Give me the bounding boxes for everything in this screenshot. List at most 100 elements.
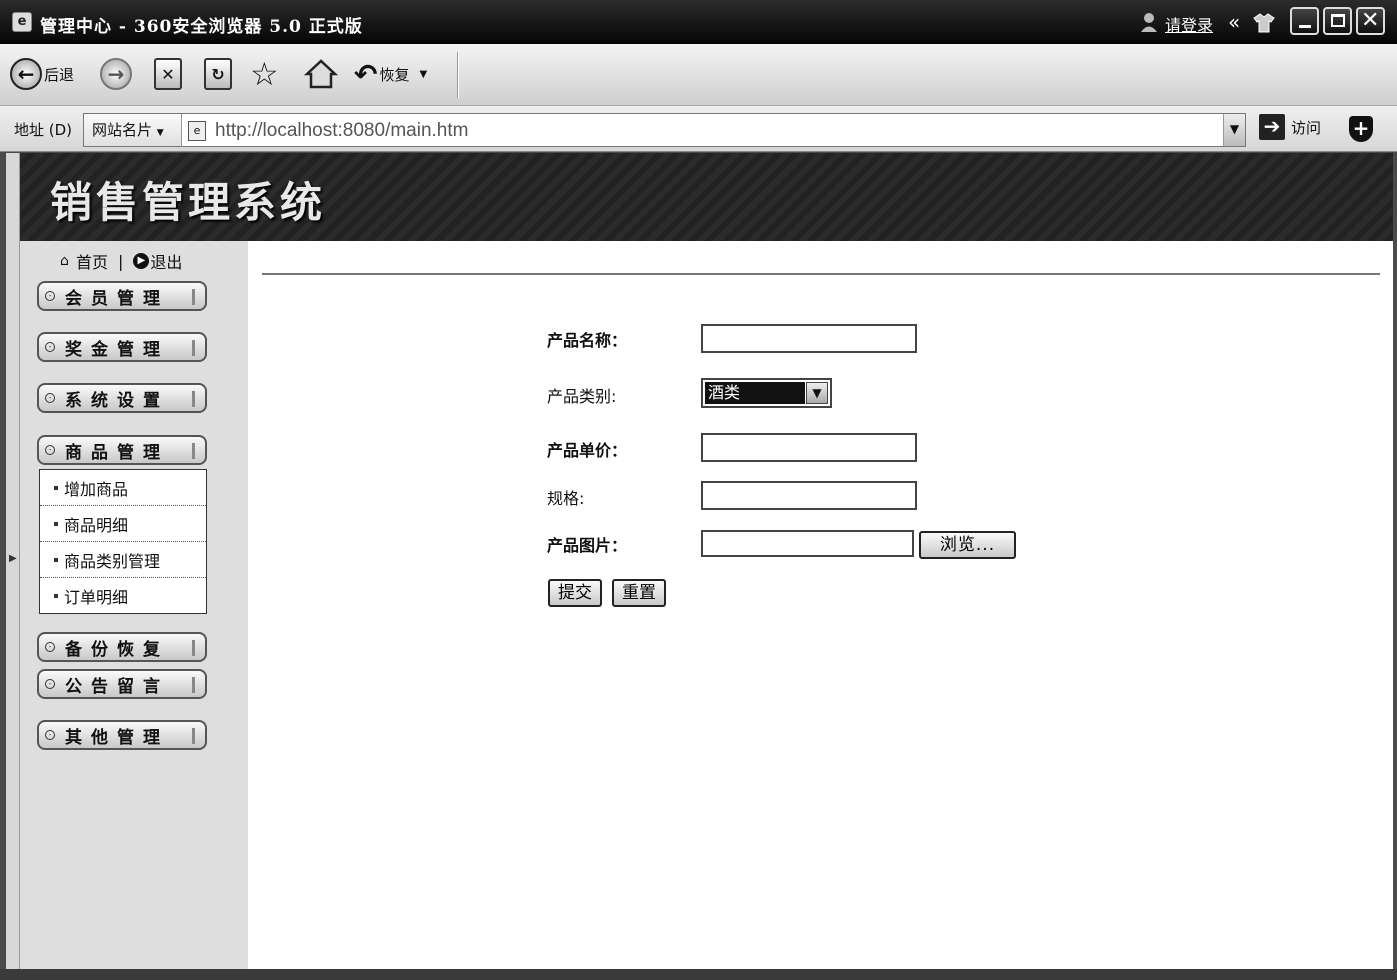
browser-logo-icon: e bbox=[12, 12, 32, 32]
side-panel-toggle[interactable]: ▶ bbox=[6, 153, 20, 969]
submenu-item-product-details[interactable]: 商品明细 bbox=[40, 506, 206, 542]
content-divider bbox=[262, 273, 1380, 275]
close-button[interactable]: ✕ bbox=[1356, 7, 1385, 35]
submit-button[interactable]: 提交 bbox=[548, 579, 602, 607]
menu-divider bbox=[192, 728, 195, 744]
menu-label: 商品管理 bbox=[65, 442, 169, 463]
spec-label: 规格: bbox=[547, 489, 585, 508]
minimize-icon bbox=[1299, 25, 1311, 28]
exit-link[interactable]: 退出 bbox=[150, 249, 182, 273]
selected-category: 酒类 bbox=[705, 382, 805, 404]
menu-bonus-management[interactable]: - 奖金管理 bbox=[37, 332, 207, 362]
link-separator: | bbox=[118, 251, 124, 271]
menu-label: 其他管理 bbox=[65, 727, 169, 748]
product-name-label: 产品名称： bbox=[547, 331, 628, 350]
product-name-input[interactable] bbox=[701, 324, 917, 353]
forward-button[interactable]: → bbox=[100, 56, 132, 92]
menu-divider bbox=[192, 289, 195, 305]
browser-window: e 管理中心 - 360安全浏览器 5.0 正式版 请登录 « ✕ ← 后退 →… bbox=[0, 0, 1397, 980]
reset-button[interactable]: 重置 bbox=[612, 579, 666, 607]
refresh-button[interactable]: ↻ bbox=[204, 56, 232, 92]
menu-backup-restore[interactable]: - 备份恢复 bbox=[37, 632, 207, 662]
submenu-label: 商品明细 bbox=[64, 515, 129, 535]
restore-button[interactable]: ↶ 恢复 ▼ bbox=[354, 56, 427, 92]
forward-arrow-icon: → bbox=[100, 58, 132, 90]
menu-label: 备份恢复 bbox=[65, 639, 169, 660]
address-field[interactable]: 网站名片 ▼ e http://localhost:8080/main.htm … bbox=[83, 113, 1246, 147]
spec-input[interactable] bbox=[701, 481, 917, 510]
user-icon[interactable] bbox=[1140, 12, 1158, 32]
address-label: 地址 (D) bbox=[14, 121, 73, 139]
expand-arrow-icon: ▶ bbox=[9, 553, 17, 564]
minimize-button[interactable] bbox=[1290, 7, 1319, 35]
menu-divider bbox=[192, 640, 195, 656]
product-category-select[interactable]: 酒类 ▼ bbox=[701, 378, 832, 408]
site-card-dropdown[interactable]: 网站名片 ▼ bbox=[84, 114, 182, 146]
browse-button[interactable]: 浏览... bbox=[919, 531, 1016, 559]
product-category-label: 产品类别: bbox=[547, 387, 617, 406]
stop-button[interactable]: ✕ bbox=[154, 56, 182, 92]
menu-bullet-icon: - bbox=[45, 642, 55, 652]
home-button[interactable] bbox=[304, 56, 338, 92]
product-image-label: 产品图片： bbox=[547, 536, 628, 555]
go-arrow-icon: ➔ bbox=[1259, 114, 1285, 140]
menu-label: 系统设置 bbox=[65, 390, 169, 411]
submenu-label: 商品类别管理 bbox=[64, 551, 161, 571]
favorites-button[interactable]: ☆ bbox=[250, 55, 279, 93]
web-page: ▶ 销售管理系统 ⌂ 首页 | ▶ 退出 - 会员管理 - 奖金管理 - 系统设… bbox=[6, 153, 1393, 969]
submenu-item-add-product[interactable]: 增加商品 bbox=[40, 470, 206, 506]
back-button[interactable]: ← 后退 bbox=[10, 56, 74, 92]
restore-label: 恢复 bbox=[379, 65, 410, 84]
close-icon: ✕ bbox=[1361, 8, 1380, 33]
site-header: 销售管理系统 bbox=[20, 153, 1393, 241]
menu-label: 奖金管理 bbox=[65, 339, 169, 360]
menu-bullet-icon: - bbox=[45, 393, 55, 403]
product-image-path-input[interactable] bbox=[701, 530, 914, 557]
submenu-item-order-details[interactable]: 订单明细 bbox=[40, 578, 206, 614]
submenu-item-category-management[interactable]: 商品类别管理 bbox=[40, 542, 206, 578]
product-price-input[interactable] bbox=[701, 433, 917, 462]
menu-bullet-icon: - bbox=[45, 342, 55, 352]
chevron-down-icon: ▼ bbox=[156, 128, 164, 138]
go-label: 访问 bbox=[1291, 118, 1322, 137]
menu-divider bbox=[192, 340, 195, 356]
home-icon bbox=[304, 59, 338, 89]
menu-announcements[interactable]: - 公告留言 bbox=[37, 669, 207, 699]
menu-system-settings[interactable]: - 系统设置 bbox=[37, 383, 207, 413]
site-title: 销售管理系统 bbox=[50, 178, 327, 227]
home-link[interactable]: 首页 bbox=[76, 249, 108, 273]
url-text[interactable]: http://localhost:8080/main.htm bbox=[215, 120, 468, 142]
submenu-label: 订单明细 bbox=[64, 588, 129, 607]
menu-label: 会员管理 bbox=[65, 288, 169, 309]
window-title: 管理中心 - 360安全浏览器 5.0 正式版 bbox=[40, 17, 363, 37]
menu-other-management[interactable]: - 其他管理 bbox=[37, 720, 207, 750]
menu-bullet-icon: - bbox=[45, 445, 55, 455]
main-content: 产品名称： 产品类别: 酒类 ▼ 产品单价： 规格: 产品图片： 浏览... 提… bbox=[248, 241, 1393, 969]
star-icon: ☆ bbox=[250, 55, 279, 93]
status-bar bbox=[0, 969, 1397, 980]
exit-icon: ▶ bbox=[133, 253, 150, 269]
url-history-dropdown-icon[interactable]: ▼ bbox=[1223, 114, 1245, 146]
go-button[interactable]: ➔ 访问 bbox=[1259, 114, 1321, 140]
maximize-button[interactable] bbox=[1323, 7, 1352, 35]
collapse-icon[interactable]: « bbox=[1228, 10, 1240, 34]
refresh-icon: ↻ bbox=[204, 58, 232, 90]
address-bar: 地址 (D) 网站名片 ▼ e http://localhost:8080/ma… bbox=[0, 106, 1397, 152]
security-shield-icon[interactable]: + bbox=[1349, 116, 1373, 142]
bullet-icon bbox=[54, 594, 58, 598]
menu-divider bbox=[192, 443, 195, 459]
page-icon: e bbox=[188, 121, 206, 141]
menu-product-management[interactable]: - 商品管理 bbox=[37, 435, 207, 465]
maximize-icon bbox=[1331, 14, 1345, 27]
sidebar-quick-links: ⌂ 首页 | ▶ 退出 bbox=[60, 249, 182, 273]
menu-member-management[interactable]: - 会员管理 bbox=[37, 281, 207, 311]
menu-divider bbox=[192, 391, 195, 407]
menu-bullet-icon: - bbox=[45, 679, 55, 689]
menu-label: 公告留言 bbox=[65, 676, 169, 697]
home-small-icon: ⌂ bbox=[60, 253, 69, 269]
login-link[interactable]: 请登录 bbox=[1165, 12, 1213, 36]
menu-divider bbox=[192, 677, 195, 693]
skin-shirt-icon[interactable] bbox=[1252, 13, 1276, 33]
stop-icon: ✕ bbox=[154, 58, 182, 90]
dropdown-arrow-icon: ▼ bbox=[419, 68, 428, 80]
